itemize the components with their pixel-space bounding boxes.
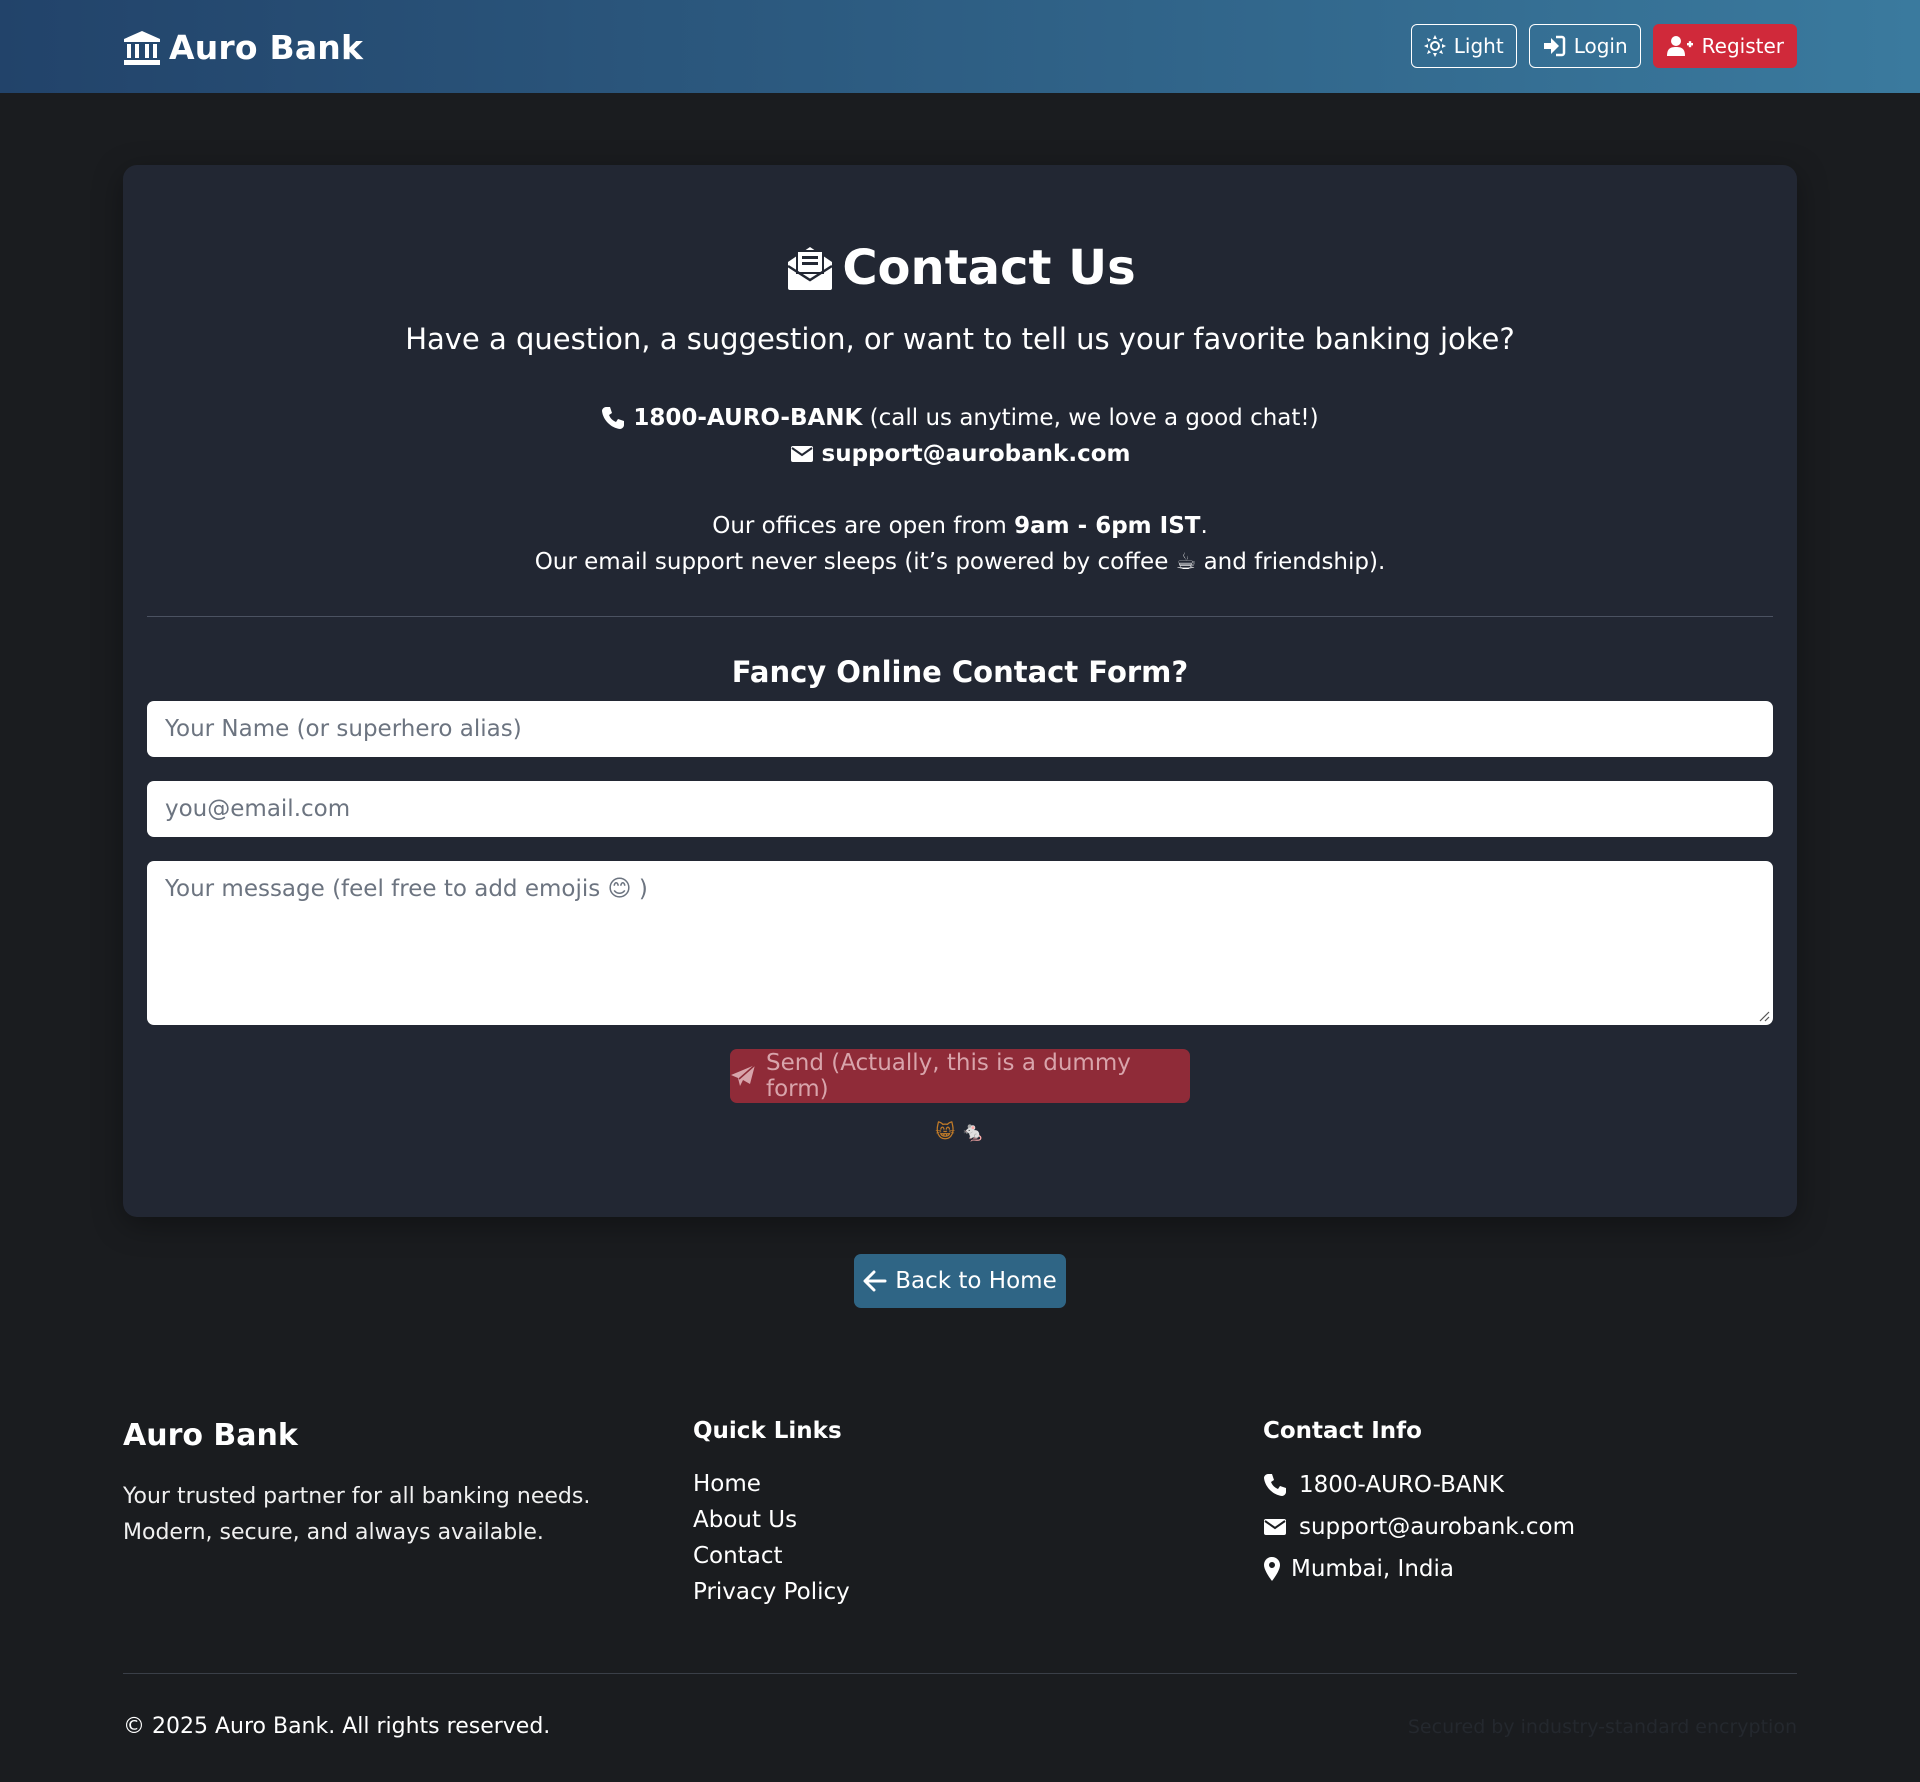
page-title: Contact Us <box>842 240 1136 296</box>
phone-icon <box>601 406 625 430</box>
contact-phone-number: 1800-AURO-BANK <box>633 405 863 431</box>
paper-plane-icon <box>730 1064 756 1088</box>
footer-contact-info: Contact Info 1800-AURO-BANK support@auro… <box>1263 1418 1575 1590</box>
navbar: Auro Bank Light Login Register <box>0 0 1920 93</box>
contact-title-row: Contact Us <box>0 240 1920 296</box>
security-note: Secured by industry-standard encryption <box>1407 1716 1797 1738</box>
envelope-open-text-icon <box>784 244 836 292</box>
footer-tagline-line-2: Modern, secure, and always available. <box>123 1520 544 1545</box>
contact-phone-line: 1800-AURO-BANK (call us anytime, we love… <box>0 405 1920 431</box>
envelope-icon <box>1263 1517 1287 1537</box>
back-to-home-button[interactable]: Back to Home <box>854 1254 1066 1308</box>
message-textarea-placeholder: Your message (feel free to add emojis 😊 … <box>165 876 648 902</box>
footer-email-text: support@aurobank.com <box>1299 1514 1576 1540</box>
sun-icon <box>1423 35 1446 57</box>
form-footnote: 😸 🐁 <box>0 1120 1920 1143</box>
quick-links-heading: Quick Links <box>693 1418 842 1444</box>
sign-in-icon <box>1542 35 1566 57</box>
send-button[interactable]: Send (Actually, this is a dummy form) <box>730 1049 1190 1103</box>
office-hours-time: 9am - 6pm IST <box>1014 513 1201 539</box>
contact-info-heading: Contact Info <box>1263 1418 1422 1444</box>
section-divider <box>147 616 1773 617</box>
email-input-placeholder: you@email.com <box>165 796 351 822</box>
contact-info-list: 1800-AURO-BANK support@aurobank.com Mumb… <box>1263 1464 1575 1590</box>
quick-links-list: Home About Us Contact Privacy Policy <box>693 1466 850 1610</box>
contact-email-address[interactable]: support@aurobank.com <box>822 441 1131 467</box>
register-button[interactable]: Register <box>1652 24 1797 68</box>
theme-toggle-button[interactable]: Light <box>1410 24 1517 68</box>
footer-divider <box>123 1673 1797 1674</box>
back-to-home-label: Back to Home <box>895 1268 1057 1294</box>
footer-brand-column: Auro Bank Your trusted partner for all b… <box>123 1418 590 1551</box>
theme-toggle-label: Light <box>1453 34 1504 58</box>
footer-link-home[interactable]: Home <box>693 1466 850 1502</box>
login-button[interactable]: Login <box>1528 24 1641 68</box>
office-hours-prefix: Our offices are open from <box>712 513 1015 539</box>
footer-email: support@aurobank.com <box>1263 1506 1575 1548</box>
form-heading: Fancy Online Contact Form? <box>731 655 1189 689</box>
phone-icon <box>1263 1473 1287 1497</box>
brand-link[interactable]: Auro Bank <box>123 28 363 67</box>
footer-location: Mumbai, India <box>1263 1548 1575 1590</box>
map-marker-icon <box>1263 1556 1281 1582</box>
footer-quick-links: Quick Links Home About Us Contact Privac… <box>693 1418 850 1610</box>
footer-brand: Auro Bank <box>123 1418 298 1453</box>
message-textarea[interactable]: Your message (feel free to add emojis 😊 … <box>147 861 1773 1025</box>
resize-handle-icon[interactable] <box>1758 1010 1770 1022</box>
send-button-label: Send (Actually, this is a dummy form) <box>766 1050 1131 1102</box>
email-support-note: Our email support never sleeps (it’s pow… <box>534 549 1386 575</box>
login-label: Login <box>1573 34 1628 58</box>
footer-phone: 1800-AURO-BANK <box>1263 1464 1575 1506</box>
footer-tagline: Your trusted partner for all banking nee… <box>123 1479 590 1551</box>
user-plus-icon <box>1666 35 1694 57</box>
footer-tagline-line-1: Your trusted partner for all banking nee… <box>123 1484 591 1509</box>
office-hours-suffix: . <box>1200 513 1208 539</box>
footer-link-about[interactable]: About Us <box>693 1502 850 1538</box>
email-input[interactable]: you@email.com <box>147 781 1773 837</box>
form-footnote-emojis: 😸 🐁 <box>935 1121 985 1143</box>
footer-location-text: Mumbai, India <box>1291 1556 1454 1582</box>
arrow-left-icon <box>863 1270 887 1292</box>
bank-icon <box>123 30 161 66</box>
contact-email-line: support@aurobank.com <box>0 441 1920 467</box>
name-input[interactable]: Your Name (or superhero alias) <box>147 701 1773 757</box>
name-input-placeholder: Your Name (or superhero alias) <box>165 716 522 742</box>
nav-actions: Light Login Register <box>1410 24 1797 68</box>
footer-link-contact[interactable]: Contact <box>693 1538 850 1574</box>
footer-phone-text: 1800-AURO-BANK <box>1299 1472 1504 1498</box>
footer-link-privacy[interactable]: Privacy Policy <box>693 1574 850 1610</box>
register-label: Register <box>1701 34 1784 58</box>
brand-name: Auro Bank <box>169 28 364 67</box>
contact-phone-note: (call us anytime, we love a good chat!) <box>869 405 1319 431</box>
envelope-icon <box>790 444 814 464</box>
office-hours: Our offices are open from 9am - 6pm IST. <box>0 513 1920 539</box>
contact-subtitle: Have a question, a suggestion, or want t… <box>405 322 1515 356</box>
copyright: © 2025 Auro Bank. All rights reserved. <box>123 1714 551 1739</box>
